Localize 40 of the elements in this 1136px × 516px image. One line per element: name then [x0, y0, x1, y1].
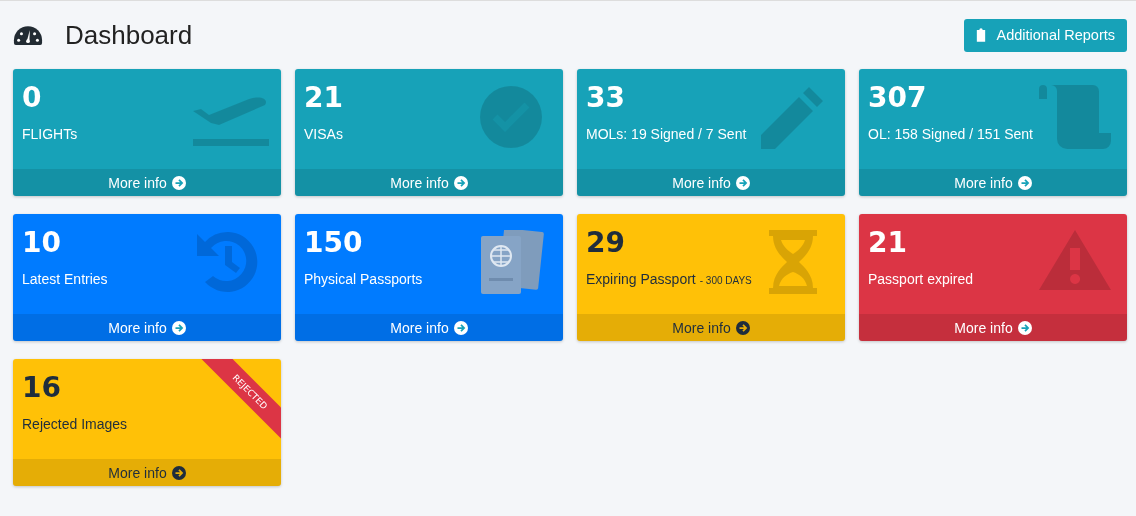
more-info-link[interactable]: More info: [577, 169, 845, 196]
stat-label: Latest Entries: [22, 271, 109, 287]
stat-label: OL: 158 Signed / 151 Sent: [868, 126, 1034, 142]
stat-value: 29: [586, 226, 625, 260]
arrow-circle-right-icon: [171, 465, 186, 480]
clipboard-icon: [975, 28, 986, 42]
more-info-link[interactable]: More info: [577, 314, 845, 341]
more-info-link[interactable]: More info: [13, 169, 281, 196]
more-info-link[interactable]: More info: [13, 459, 281, 486]
stat-label: VISAs: [304, 126, 344, 142]
stat-value: 150: [304, 226, 363, 260]
arrow-circle-right-icon: [1017, 175, 1032, 190]
stat-label: FLIGHTs: [22, 126, 79, 142]
arrow-circle-right-icon: [453, 320, 468, 335]
stat-value: 16: [22, 371, 61, 405]
arrow-circle-right-icon: [735, 175, 750, 190]
stat-value: 10: [22, 226, 61, 260]
more-info-link[interactable]: More info: [295, 169, 563, 196]
more-info-link[interactable]: More info: [859, 169, 1127, 196]
dashboard-icon: [13, 23, 43, 47]
arrow-circle-right-icon: [453, 175, 468, 190]
arrow-circle-right-icon: [171, 320, 186, 335]
arrow-circle-right-icon: [1017, 320, 1032, 335]
stat-value: 0: [22, 81, 42, 115]
stat-label: MOLs: 19 Signed / 7 Sent: [586, 126, 748, 142]
arrow-circle-right-icon: [171, 175, 186, 190]
more-info-link[interactable]: More info: [13, 314, 281, 341]
stat-value: 33: [586, 81, 625, 115]
stat-label: Physical Passports: [304, 271, 424, 287]
stat-label: Expiring Passport - 300 DAYS: [586, 271, 753, 287]
stat-label: Passport expired: [868, 271, 975, 287]
more-info-link[interactable]: More info: [859, 314, 1127, 341]
page-title: Dashboard: [65, 19, 194, 51]
stat-value: 307: [868, 81, 927, 115]
more-info-link[interactable]: More info: [295, 314, 563, 341]
stat-label: Rejected Images: [22, 416, 129, 432]
additional-reports-button[interactable]: Additional Reports: [963, 18, 1127, 52]
arrow-circle-right-icon: [735, 320, 750, 335]
stat-value: 21: [304, 81, 343, 115]
stat-value: 21: [868, 226, 907, 260]
